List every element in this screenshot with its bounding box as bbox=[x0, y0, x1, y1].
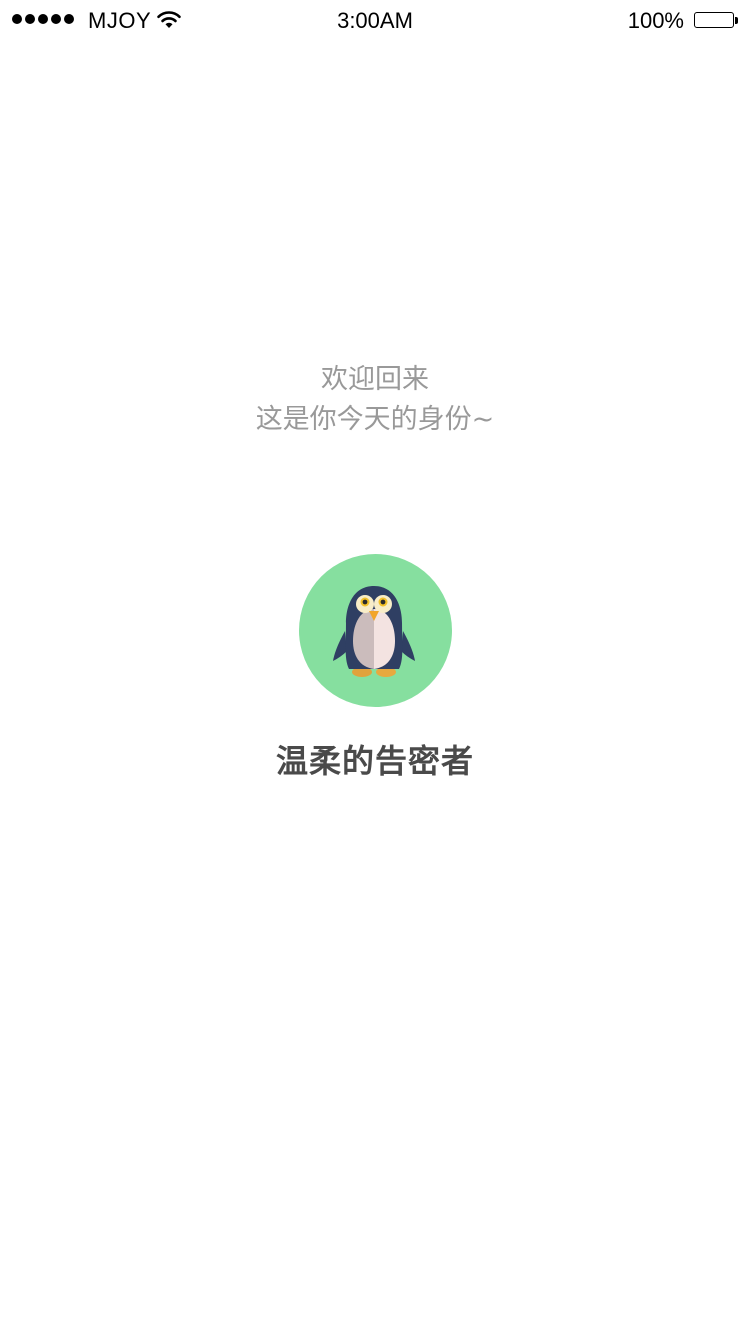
welcome-message: 欢迎回来 这是你今天的身份~ bbox=[0, 360, 750, 440]
status-bar: MJOY 3:00AM 100% bbox=[0, 0, 750, 40]
battery-icon bbox=[694, 12, 738, 30]
identity-name: 温柔的告密者 bbox=[275, 742, 474, 780]
identity-avatar bbox=[299, 554, 452, 707]
penguin-icon bbox=[332, 585, 415, 677]
welcome-line-1: 欢迎回来 bbox=[321, 364, 429, 395]
battery-percent: 100% bbox=[627, 8, 684, 33]
welcome-line-2: 这是你今天的身份~ bbox=[255, 404, 495, 435]
